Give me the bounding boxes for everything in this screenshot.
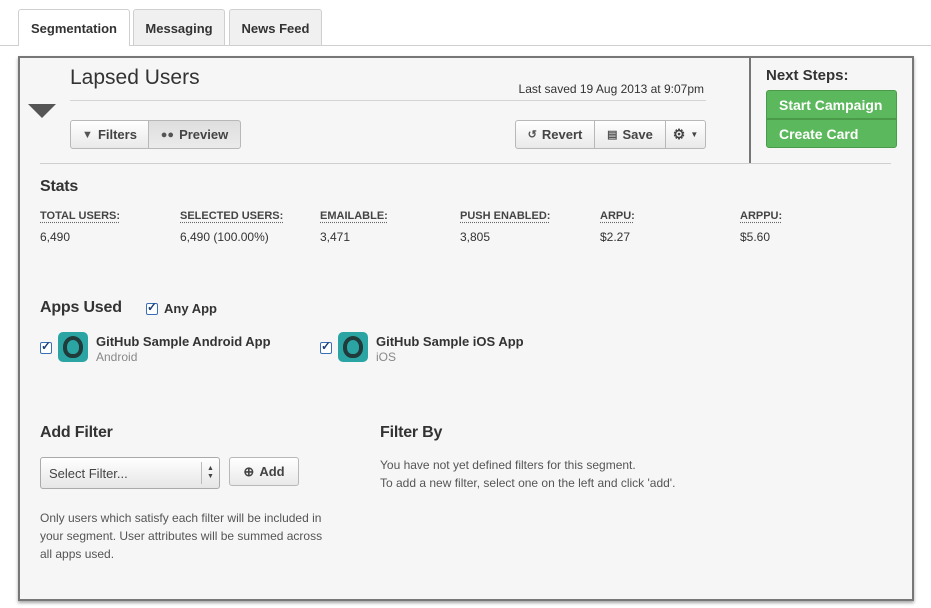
segment-panel: Lapsed Users Last saved 19 Aug 2013 at 9… (18, 56, 914, 601)
add-filter-heading: Add Filter (40, 424, 113, 441)
filter-select[interactable]: Select Filter... ▲ ▼ (40, 457, 220, 489)
stat-value: $5.60 (740, 230, 771, 244)
tab-news-feed[interactable]: News Feed (229, 9, 322, 46)
app-icon (58, 332, 88, 362)
caret-down-icon: ▼ (690, 130, 699, 139)
tab-bar: Segmentation Messaging News Feed (18, 9, 931, 46)
app-platform: Android (96, 350, 138, 364)
stat-value: 6,490 (40, 230, 71, 244)
filter-select-value: Select Filter... (49, 465, 128, 481)
any-app-checkbox[interactable] (146, 300, 158, 315)
filter-by-empty-line1: You have not yet defined filters for thi… (380, 458, 636, 472)
apps-used-heading: Apps Used (40, 299, 122, 316)
next-steps-title: Next Steps: (766, 67, 849, 84)
revert-label: Revert (541, 127, 583, 142)
save-label: Save (622, 127, 653, 142)
floppy-disk-icon: ▤ (607, 129, 618, 141)
preview-button[interactable]: ●● Preview (148, 120, 241, 149)
tab-divider (0, 45, 931, 46)
stat-selected-users: SELECTED USERS: 6,490 (100.00%) (180, 210, 320, 244)
users-icon: ●● (160, 128, 175, 141)
filters-label: Filters (97, 127, 137, 142)
stat-label: ARPPU: (740, 210, 783, 222)
start-campaign-button[interactable]: Start Campaign (766, 90, 897, 119)
stat-value: 3,471 (320, 230, 351, 244)
app-icon (338, 332, 368, 362)
stat-arppu: ARPPU: $5.60 (740, 210, 880, 244)
last-saved-text: Last saved 19 Aug 2013 at 9:07pm (518, 82, 704, 96)
tab-label: News Feed (241, 20, 310, 36)
tab-messaging[interactable]: Messaging (133, 9, 225, 46)
create-card-button[interactable]: Create Card (766, 119, 897, 148)
stat-label: ARPU: (600, 210, 635, 222)
filter-by-heading: Filter By (380, 424, 443, 441)
stat-label: PUSH ENABLED: (460, 210, 551, 222)
stat-value: 3,805 (460, 230, 491, 244)
stats-heading: Stats (40, 178, 79, 195)
app-name: GitHub Sample Android App (96, 334, 271, 349)
preview-label: Preview (179, 127, 229, 142)
app-item-android: GitHub Sample Android App Android (40, 332, 271, 364)
tab-segmentation[interactable]: Segmentation (18, 9, 130, 46)
app-checkbox-ios[interactable] (320, 339, 332, 354)
add-filter-help: Only users which satisfy each filter wil… (40, 511, 323, 561)
revert-icon: ↺ (527, 129, 537, 141)
stat-label: SELECTED USERS: (180, 210, 284, 222)
any-app-toggle[interactable]: Any App (146, 300, 217, 316)
collapse-caret-icon[interactable] (28, 104, 56, 118)
save-button[interactable]: ▤ Save (594, 120, 666, 149)
settings-dropdown-button[interactable]: ⚙ ▼ (665, 120, 706, 149)
segment-title[interactable]: Lapsed Users (70, 66, 200, 90)
add-filter-button[interactable]: ⊕ Add (229, 457, 299, 486)
stat-value: 6,490 (100.00%) (180, 230, 269, 244)
app-platform: iOS (376, 350, 397, 364)
filter-by-empty-line2: To add a new filter, select one on the l… (380, 476, 676, 490)
plus-circle-icon: ⊕ (243, 463, 255, 479)
app-name: GitHub Sample iOS App (376, 334, 524, 349)
app-checkbox-android[interactable] (40, 339, 52, 354)
revert-button[interactable]: ↺ Revert (515, 120, 595, 149)
title-divider (70, 100, 706, 101)
stat-label: EMAILABLE: (320, 210, 388, 222)
stat-label: TOTAL USERS: (40, 210, 121, 222)
tab-label: Segmentation (31, 20, 117, 36)
stat-total-users: TOTAL USERS: 6,490 (40, 210, 180, 244)
tab-label: Messaging (145, 20, 213, 36)
filters-button[interactable]: ▼ Filters (70, 120, 149, 149)
add-label: Add (259, 464, 285, 479)
select-arrows-icon: ▲ ▼ (201, 462, 219, 484)
next-steps-divider (749, 58, 751, 163)
stat-push-enabled: PUSH ENABLED: 3,805 (460, 210, 600, 244)
header-divider (40, 163, 891, 164)
stat-emailable: EMAILABLE: 3,471 (320, 210, 460, 244)
app-item-ios: GitHub Sample iOS App iOS (320, 332, 524, 364)
stat-arpu: ARPU: $2.27 (600, 210, 740, 244)
stat-value: $2.27 (600, 230, 631, 244)
filter-icon: ▼ (82, 128, 93, 141)
gear-icon: ⚙ (672, 126, 686, 142)
any-app-label: Any App (164, 301, 217, 316)
